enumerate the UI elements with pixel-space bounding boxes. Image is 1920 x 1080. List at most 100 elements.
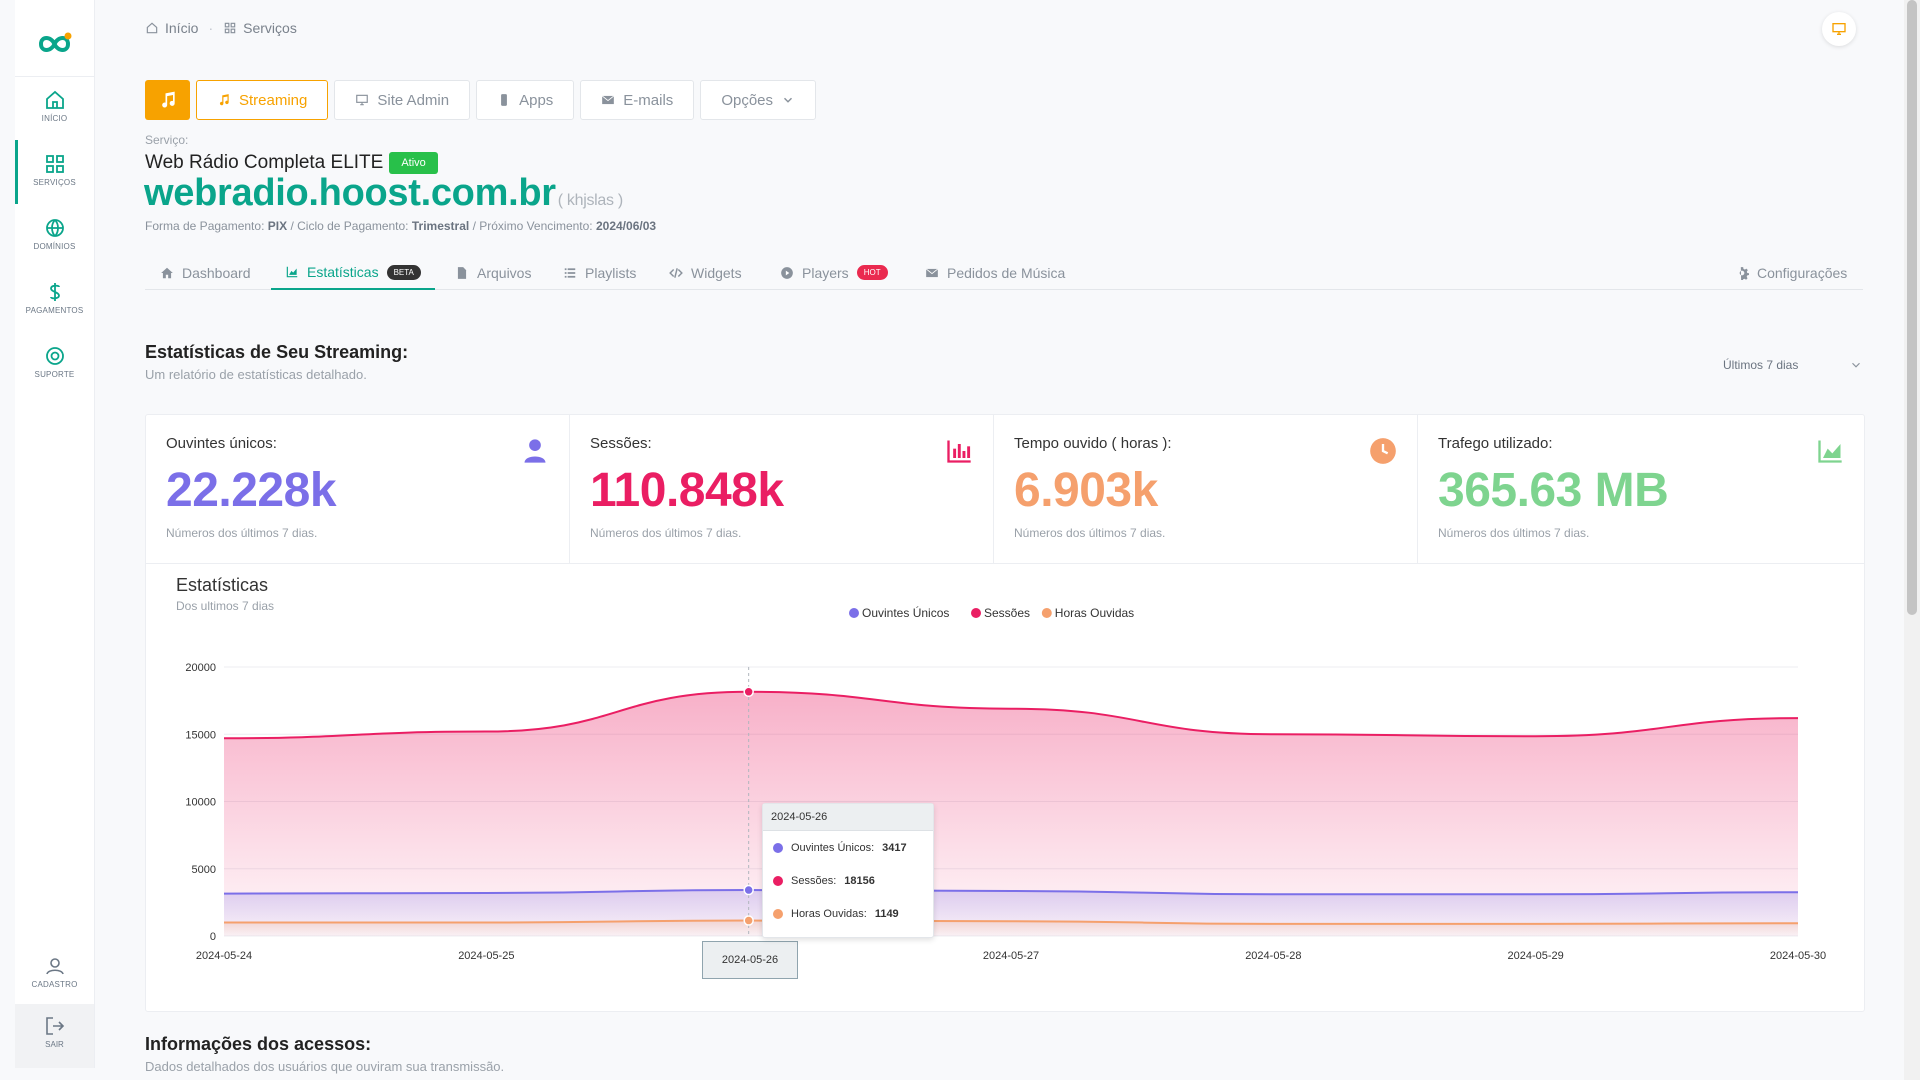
tooltip-label: Ouvintes Únicos: [791,841,875,854]
tab-label: Widgets [691,264,742,281]
tab-dashboard[interactable]: Dashboard [160,256,251,289]
tooltip-row: Ouvintes Únicos: 3417 [763,831,933,864]
tooltip-value: 1149 [874,907,899,920]
legend-label: Sessões [984,606,1030,620]
breadcrumb-home[interactable]: Início [165,20,198,36]
chevron-down-icon [784,97,793,103]
tab-configuracoes[interactable]: Configurações [1735,256,1847,289]
sub-tabs: Dashboard Estatísticas BETA Arquivos Pla… [145,256,1863,290]
cycle-value: Trimestral [411,219,470,233]
stats-subtitle: Um relatório de estatísticas detalhado. [145,367,367,382]
status-badge: Ativo [389,152,438,174]
tab-arquivos[interactable]: Arquivos [455,256,531,289]
tooltip-value: 3417 [882,841,907,854]
access-info-subtitle: Dados detalhados dos usuários que ouvira… [145,1059,505,1074]
y-tick-label: 5000 [192,864,216,876]
sidebar-item-suporte[interactable]: SUPORTE [15,338,94,394]
period-select-value: Últimos 7 dias [1723,358,1799,372]
sidebar-item-sair[interactable]: SAIR [15,1004,94,1068]
sidebar-item-label: DOMÍNIOS [33,242,76,251]
envelope-icon [925,268,939,277]
legend-marker [1041,608,1052,618]
home-icon [161,267,173,278]
tab-estatisticas[interactable]: Estatísticas BETA [271,256,435,290]
logo[interactable] [15,22,94,77]
due-value: 2024/06/03 [595,219,657,233]
tab-pedidos[interactable]: Pedidos de Música [925,256,1065,289]
y-tick-label: 0 [210,931,216,943]
tab-label: Playlists [585,264,637,281]
payment-value: PIX [267,219,288,233]
monitor-icon [356,94,369,106]
x-axis-tooltip-label: 2024-05-26 [702,941,798,979]
site-admin-tab-label: Site Admin [377,91,450,109]
grid-icon [45,155,64,173]
tab-players[interactable]: Players HOT [780,256,888,289]
sidebar-item-label: SAIR [45,1040,64,1049]
tab-widgets[interactable]: Widgets [669,256,742,289]
site-admin-tab[interactable]: Site Admin [334,80,471,120]
tooltip-dot [773,875,783,886]
y-tick-label: 10000 [185,797,216,809]
code-icon [669,267,683,278]
data-point-marker [743,884,754,896]
file-icon [457,266,467,279]
area-chart-icon [286,266,298,278]
data-point-marker [743,915,754,926]
service-name: Web Rádio Completa ELITE [145,152,384,173]
chart-tooltip: 2024-05-26 Ouvintes Únicos: 3417 Sessões… [762,803,934,938]
tab-playlists[interactable]: Playlists [563,256,636,289]
tab-label: Estatísticas [307,264,379,280]
home-icon [146,22,158,34]
tooltip-label: Horas Ouvidas: [791,907,867,920]
sidebar-item-pagamentos[interactable]: PAGAMENTOS [15,274,94,330]
tooltip-row: Sessões: 18156 [763,864,933,897]
sidebar-item-dominios[interactable]: DOMÍNIOS [15,210,94,266]
tab-label: Configurações [1757,264,1848,281]
tab-label: Arquivos [477,264,532,281]
tab-label: Dashboard [182,264,251,281]
lifebuoy-icon [45,347,64,365]
x-tick-label: 2024-05-25 [458,950,514,962]
opcoes-dropdown-label: Opções [721,91,774,109]
stats-chart[interactable]: 0 5000 10000 15000 20000 2024-05-24 2024-05-25… [146,415,1864,1011]
scrollbar-thumb[interactable] [1907,0,1917,615]
breadcrumb-current: Serviços [243,20,297,36]
tooltip-dot [773,842,783,853]
tab-label: Pedidos de Música [947,264,1066,281]
streaming-tab[interactable]: Streaming [196,80,329,120]
sidebar-item-inicio[interactable]: INÍCIO [15,82,94,138]
sidebar-item-cadastro[interactable]: CADASTRO [15,948,94,1004]
period-select[interactable]: Últimos 7 dias [1723,358,1863,372]
stats-title: Estatísticas de Seu Streaming: [145,342,409,362]
apps-tab[interactable]: Apps [476,80,575,120]
logout-icon [45,1017,64,1035]
tooltip-dot [773,908,783,919]
monitor-button[interactable] [1822,12,1856,46]
emails-tab-label: E-mails [623,91,674,109]
dollar-icon [49,283,60,301]
legend-marker [849,608,859,618]
sidebar-item-label: SERVIÇOS [33,178,76,187]
tooltip-label: Sessões: [791,874,837,887]
breadcrumb: Início · Serviços [145,20,297,36]
tab-label: Players [802,264,849,281]
globe-icon [45,219,64,237]
beta-badge: BETA [386,264,421,280]
gear-icon [1739,266,1749,280]
x-tick-label: 2024-05-24 [196,950,252,962]
sidebar: INÍCIO SERVIÇOS DOMÍNIOS PAGAMENTOS SUPO… [15,0,95,1068]
hot-badge: HOT [856,265,888,280]
service-tabs: Streaming Site Admin Apps E-mails Opções [145,80,817,120]
sidebar-item-servicos[interactable]: SERVIÇOS [15,140,94,204]
music-note-icon [161,91,175,108]
access-info-title: Informações dos acessos: [145,1034,372,1054]
service-domain: webradio.hoost.com.br( khjslas ) [144,172,623,215]
opcoes-dropdown[interactable]: Opções [700,80,817,120]
scrollbar[interactable] [1904,0,1920,1080]
music-service-icon-button[interactable] [145,80,190,120]
sidebar-item-label: CADASTRO [31,980,78,989]
emails-tab[interactable]: E-mails [580,80,695,120]
x-tick-label: 2024-05-27 [983,950,1039,962]
cycle-label: / Ciclo de Pagamento: [290,219,409,233]
